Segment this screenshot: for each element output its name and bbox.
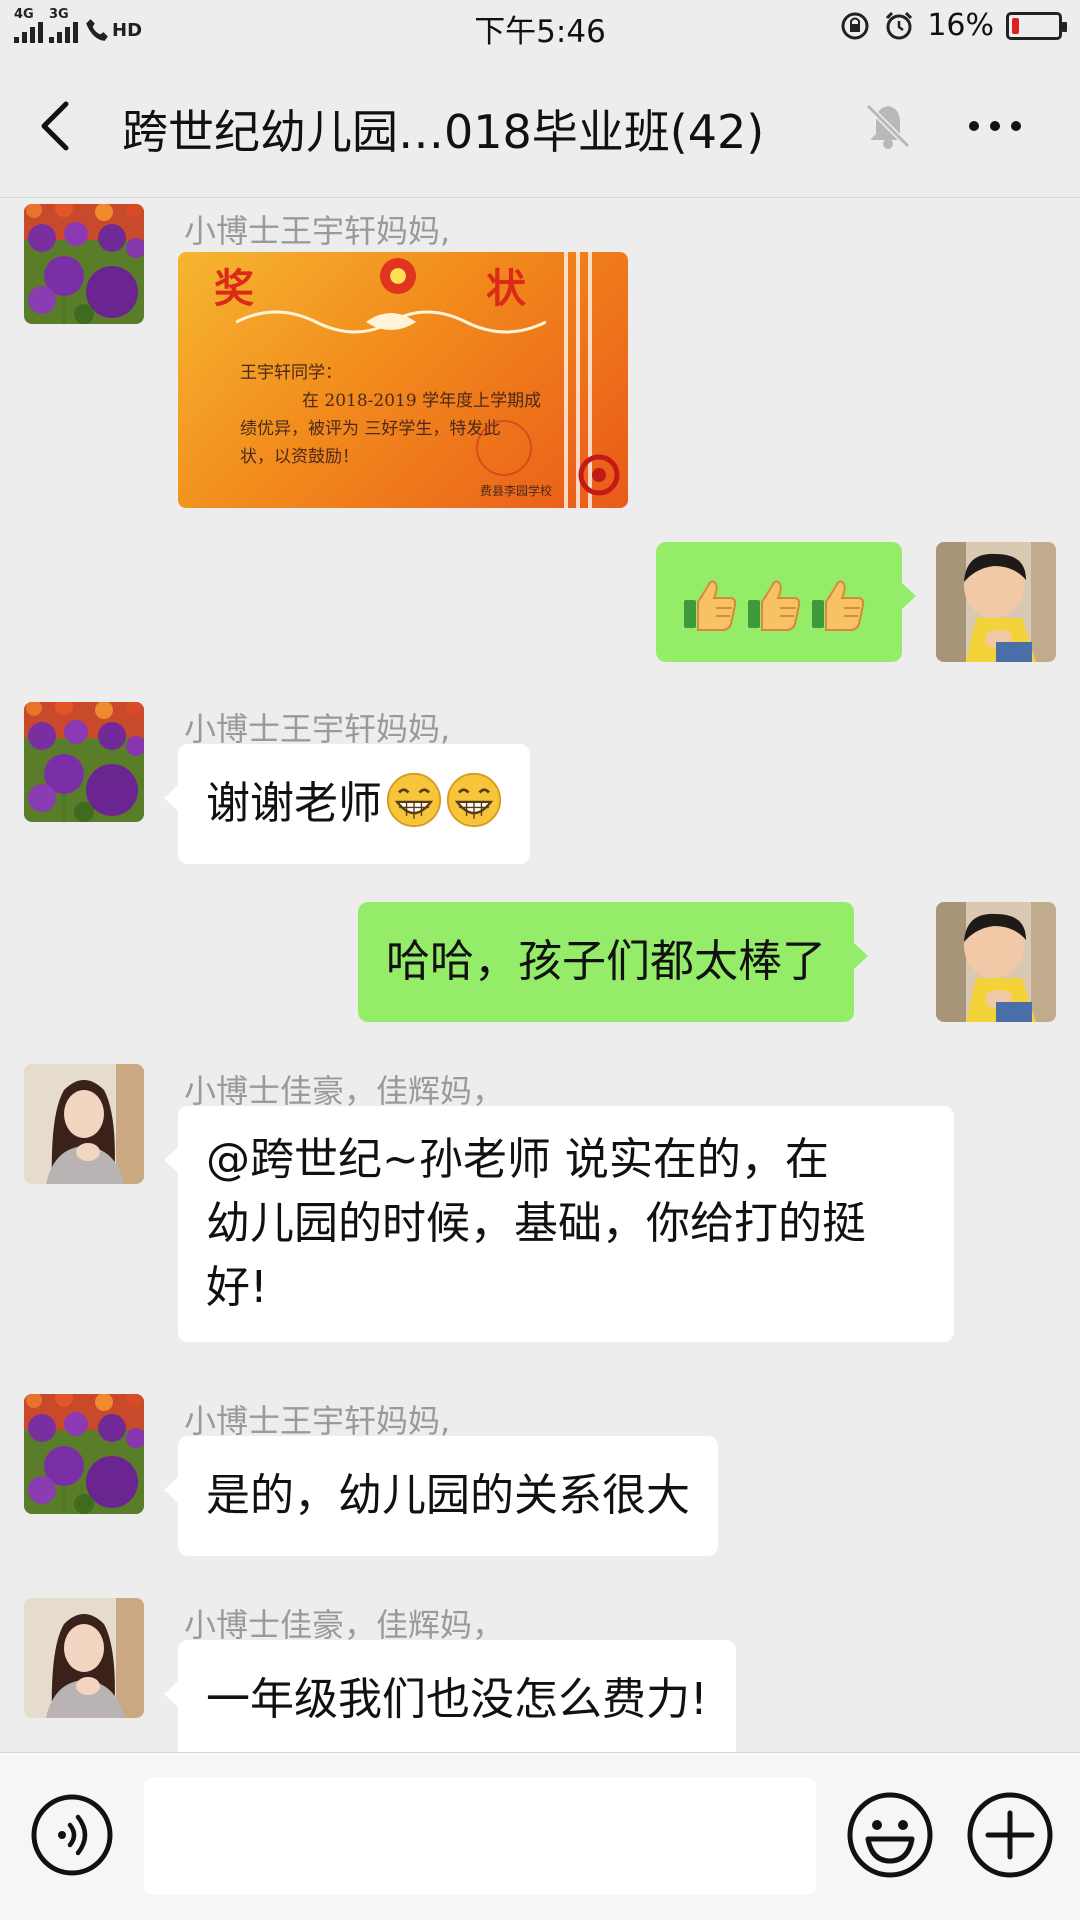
certificate-line-1: 王宇轩同学：: [240, 363, 342, 383]
message-bubble[interactable]: 一年级我们也没怎么费力!: [164, 1640, 736, 1752]
battery-percent: 16%: [927, 8, 994, 43]
message-incoming: 小博士佳豪，佳辉妈， @跨世纪~孙老师 说实在的，在 幼儿园的时候，基础，你给打…: [0, 1058, 1080, 1358]
avatar[interactable]: [24, 1394, 144, 1514]
message-incoming: 小博士王宇轩妈妈, 是的，幼儿园的关系很大: [0, 1388, 1080, 1568]
sender-name: 小博士王宇轩妈妈,: [184, 212, 451, 250]
avatar[interactable]: [24, 702, 144, 822]
voice-icon[interactable]: [30, 1793, 114, 1877]
avatar[interactable]: [936, 542, 1056, 662]
message-text-line: @跨世纪~孙老师 说实在的，在: [206, 1134, 829, 1185]
certificate-image[interactable]: 奖 状 王宇轩同学： 在 2018-2019 学年度上学期成 绩优异，被评为 三…: [178, 252, 628, 508]
emoji-smile-icon[interactable]: [846, 1791, 934, 1879]
alarm-icon: [886, 11, 913, 39]
emblem-icon: [380, 258, 416, 294]
plus-circle-icon[interactable]: [966, 1791, 1054, 1879]
message-text: 谢谢老师: [206, 778, 382, 829]
rotation-lock-icon: [841, 12, 869, 39]
paper-cut-flower-icon: [578, 454, 620, 496]
avatar[interactable]: [936, 902, 1056, 1022]
message-incoming: 小博士王宇轩妈妈, 谢谢老师: [0, 696, 1080, 916]
chevron-left-icon[interactable]: [28, 96, 88, 156]
certificate-line-3: 绩优异，被评为 三好学生，特发此: [240, 419, 501, 439]
ornament-icon: [236, 310, 546, 334]
message-text-line: 幼儿园的时候，基础，你给打的挺: [206, 1198, 866, 1249]
thumbs-up-icon: [808, 574, 868, 634]
message-text: 是的，幼儿园的关系很大: [206, 1470, 690, 1521]
message-bubble[interactable]: 哈哈，孩子们都太棒了: [358, 902, 868, 1022]
input-bar: [0, 1752, 1080, 1920]
battery-fill: [1012, 17, 1019, 34]
message-text: 一年级我们也没怎么费力!: [206, 1674, 708, 1725]
message-bubble[interactable]: 谢谢老师: [164, 744, 530, 864]
message-text: 哈哈，孩子们都太棒了: [386, 936, 826, 987]
certificate-line-4: 状，以资鼓励！: [240, 447, 359, 467]
chat-title: 跨世纪幼儿园…018毕业班(42): [122, 105, 765, 159]
certificate-line-2: 在 2018-2019 学年度上学期成: [302, 391, 542, 411]
chat-header: 跨世纪幼儿园…018毕业班(42): [0, 54, 1080, 198]
seal-stamp: [476, 420, 532, 476]
status-right: 16%: [839, 8, 1067, 43]
avatar[interactable]: [24, 204, 144, 324]
message-outgoing: 哈哈，孩子们都太棒了: [0, 902, 1080, 1026]
message-bubble[interactable]: [656, 542, 916, 662]
message-bubble[interactable]: 是的，幼儿园的关系很大: [164, 1436, 718, 1556]
status-bar: 4G 3G HD 下午5:46 16%: [0, 0, 1080, 54]
certificate-issuer: 费县李园学校: [480, 484, 553, 498]
avatar[interactable]: [24, 1598, 144, 1718]
message-incoming: 小博士王宇轩妈妈, 奖 状 王宇轩同学： 在 2018-2019 学年度上学期成…: [0, 198, 1080, 518]
message-text-line: 好!: [206, 1262, 268, 1313]
message-outgoing: [0, 542, 1080, 666]
message-incoming: 小博士佳豪，佳辉妈， 一年级我们也没怎么费力!: [0, 1592, 1080, 1752]
message-input[interactable]: [144, 1777, 816, 1895]
more-dots-icon[interactable]: [960, 100, 1030, 152]
message-bubble[interactable]: @跨世纪~孙老师 说实在的，在 幼儿园的时候，基础，你给打的挺 好!: [164, 1106, 954, 1342]
message-list[interactable]: 小博士王宇轩妈妈, 奖 状 王宇轩同学： 在 2018-2019 学年度上学期成…: [0, 198, 1080, 1752]
avatar[interactable]: [24, 1064, 144, 1184]
grinning-face-icon: [386, 772, 442, 828]
thumbs-up-icon: [744, 574, 804, 634]
grinning-face-icon: [446, 772, 502, 828]
bell-off-icon: [865, 103, 911, 149]
battery-icon: [1006, 11, 1067, 40]
thumbs-up-icon: [680, 574, 740, 634]
